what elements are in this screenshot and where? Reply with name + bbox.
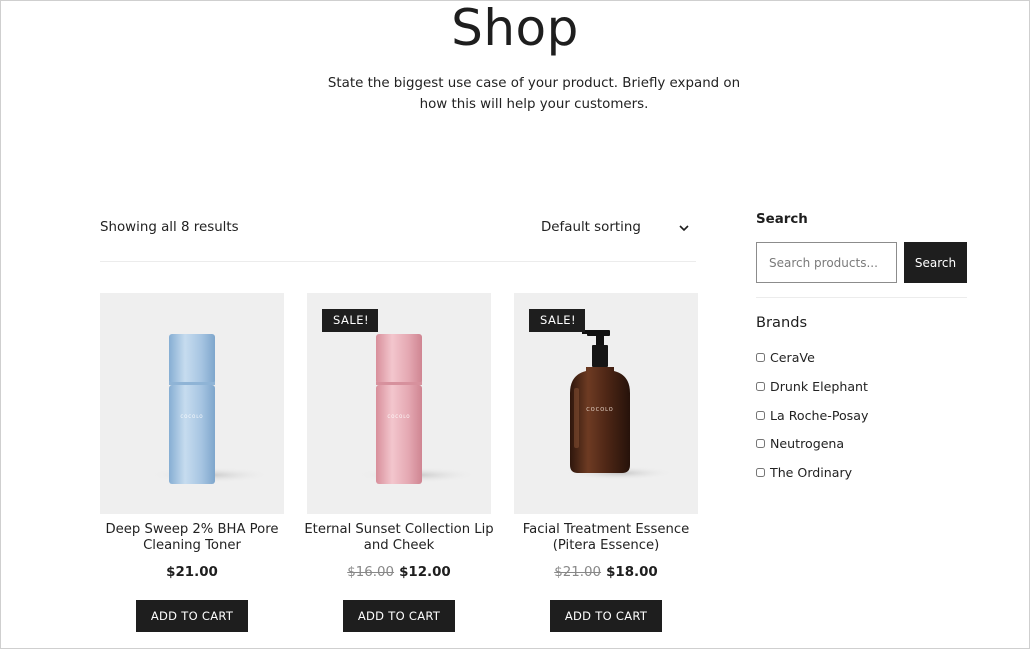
product-card: COCOLO Deep Sweep 2% BHA Pore Cleaning T… xyxy=(100,293,284,632)
add-to-cart-button[interactable]: ADD TO CART xyxy=(343,600,455,632)
current-price: $21.00 xyxy=(166,565,218,580)
toner-bottle-image: COCOLO xyxy=(150,334,270,484)
sale-badge: SALE! xyxy=(529,309,586,332)
price: $21.00 $18.00 xyxy=(514,565,698,580)
brand-checkbox[interactable] xyxy=(756,382,765,391)
search-heading: Search xyxy=(756,212,808,227)
svg-text:COCOLO: COCOLO xyxy=(586,407,613,413)
add-to-cart-button[interactable]: ADD TO CART xyxy=(550,600,662,632)
sale-badge: SALE! xyxy=(322,309,379,332)
current-price: $18.00 xyxy=(606,565,658,580)
product-card: COCOLO SALE! Eternal Sunset Collection L… xyxy=(304,293,494,632)
brand-label: Neutrogena xyxy=(770,436,845,451)
brand-filter-the-ordinary[interactable]: The Ordinary xyxy=(756,465,852,480)
sorting-dropdown[interactable]: Default sorting xyxy=(541,220,691,235)
product-name[interactable]: Deep Sweep 2% BHA Pore Cleaning Toner xyxy=(88,522,296,553)
page-title: Shop xyxy=(451,0,579,57)
product-image[interactable]: COCOLO SALE! xyxy=(307,293,491,514)
result-count: Showing all 8 results xyxy=(100,220,239,235)
product-image[interactable]: COCOLO SALE! xyxy=(514,293,698,514)
old-price: $16.00 xyxy=(347,565,395,580)
product-card: COCOLO SALE! Facial Treatment Essence (P… xyxy=(514,293,698,632)
brand-checkbox[interactable] xyxy=(756,353,765,362)
brand-label: CeraVe xyxy=(770,350,815,365)
add-to-cart-button[interactable]: ADD TO CART xyxy=(136,600,248,632)
brand-label: The Ordinary xyxy=(770,465,853,480)
brand-filter-drunk-elephant[interactable]: Drunk Elephant xyxy=(756,379,868,394)
sorting-label: Default sorting xyxy=(541,220,641,235)
brand-checkbox[interactable] xyxy=(756,468,765,477)
old-price: $21.00 xyxy=(554,565,602,580)
brand-filter-neutrogena[interactable]: Neutrogena xyxy=(756,436,844,451)
brand-label: Drunk Elephant xyxy=(770,379,868,394)
search-input[interactable] xyxy=(756,242,897,283)
divider xyxy=(756,297,967,298)
chevron-down-icon xyxy=(679,224,689,231)
price: $16.00 $12.00 xyxy=(307,565,491,580)
price: $21.00 xyxy=(100,565,284,580)
product-name[interactable]: Eternal Sunset Collection Lip and Cheek xyxy=(295,522,503,553)
svg-text:COCOLO: COCOLO xyxy=(387,414,410,419)
divider xyxy=(100,261,696,262)
brand-label: La Roche-Posay xyxy=(770,408,869,423)
brand-checkbox[interactable] xyxy=(756,411,765,420)
brand-checkbox[interactable] xyxy=(756,439,765,448)
brand-filter-la-roche-posay[interactable]: La Roche-Posay xyxy=(756,408,868,423)
svg-text:COCOLO: COCOLO xyxy=(180,414,203,419)
brand-filter-cerave[interactable]: CeraVe xyxy=(756,350,815,365)
brands-heading: Brands xyxy=(756,314,808,331)
product-name[interactable]: Facial Treatment Essence (Pitera Essence… xyxy=(502,522,710,553)
page-subtitle: State the biggest use case of your produ… xyxy=(327,76,741,112)
product-image[interactable]: COCOLO xyxy=(100,293,284,514)
search-button[interactable]: Search xyxy=(904,242,967,283)
current-price: $12.00 xyxy=(399,565,451,580)
